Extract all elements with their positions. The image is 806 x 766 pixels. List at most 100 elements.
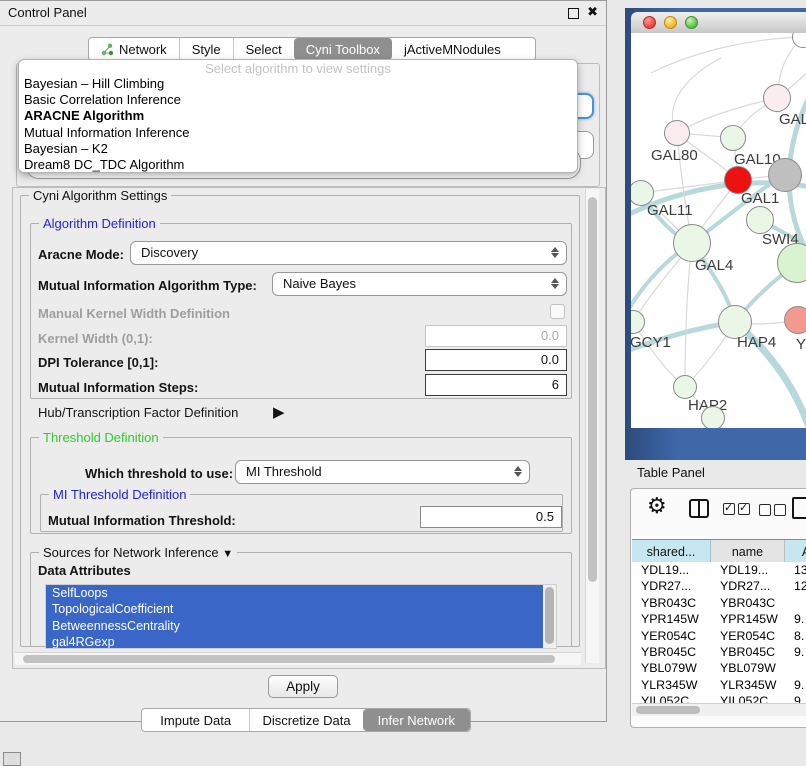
control-panel-titlebar: Control Panel ✖ [0,1,606,26]
table-panel-title: Table Panel [637,465,705,480]
network-node-swi4[interactable] [746,206,774,234]
float-window-icon[interactable] [568,8,579,19]
table-cell: YDR27... [632,578,711,594]
tab-label: Cyni Toolbox [306,42,380,57]
column-header-2[interactable]: name [711,540,785,563]
attribute-list-item[interactable]: BetweennessCentrality [46,618,549,634]
table-cell: 8. [785,628,806,644]
aracne-mode-combo[interactable]: Discovery [130,241,567,265]
table-row[interactable]: YBL079WYBL079W [632,660,806,676]
manual-kernel-checkbox[interactable] [550,304,565,319]
which-threshold-combo[interactable]: MI Threshold [235,460,530,484]
close-traffic-light-icon[interactable] [643,16,656,29]
table-cell: YDL19... [711,562,785,578]
dropdown-item[interactable]: Bayesian – K2 [19,141,577,157]
gear-icon[interactable]: ⚙ [647,493,667,519]
tab-label: Network [119,42,167,57]
tab-infer-network[interactable]: Infer Network [363,709,470,731]
dropdown-item[interactable]: Bayesian – Hill Climbing [19,76,577,92]
dropdown-item[interactable]: ARACNE Algorithm [19,108,577,124]
tab-discretize-data[interactable]: Discretize Data [249,709,362,731]
tab-select[interactable]: Select [233,38,294,60]
control-panel-tabbar: Network Style Select Cyni Toolbox jActiveMNo… [88,37,536,61]
table-row[interactable]: YBR045CYBR045C9. [632,644,806,660]
table-cell: YBR043C [711,595,785,611]
table-row[interactable]: YDR27...YDR27...12 [632,578,806,594]
threshold-definition-title: Threshold Definition [39,430,163,445]
table-horizontal-scrollbar[interactable] [632,703,806,716]
export-table-icon[interactable] [792,497,806,519]
hub-expand-arrow-icon[interactable]: ▶ [273,403,285,421]
dropdown-placeholder: Select algorithm to view settings [19,61,577,76]
mi-steps-label: Mutual Information Steps: [38,380,198,395]
close-icon[interactable]: ✖ [587,4,598,20]
table-row[interactable]: YPR145WYPR145W9. [632,611,806,627]
zoom-traffic-light-icon[interactable] [685,16,698,29]
dropdown-items: Bayesian – Hill ClimbingBasic Correlatio… [19,76,577,173]
control-panel-window: Control Panel ✖ Network Style Select Cyni T… [0,0,607,722]
corner-widget-icon[interactable] [3,752,21,766]
columns-icon[interactable] [689,499,709,518]
attribute-list-item[interactable]: TopologicalCoefficient [46,601,549,617]
attribute-list-item[interactable]: SelfLoops [46,585,549,601]
tab-network[interactable]: Network [89,38,179,60]
column-header-1[interactable]: shared... [632,540,711,563]
table-cell: YLR345W [632,677,711,693]
dropdown-item[interactable]: Dream8 DC_TDC Algorithm [19,157,577,173]
kernel-width-field[interactable]: 0.0 [425,325,567,347]
attribute-list-item[interactable]: gal4RGexp [46,634,549,649]
network-node[interactable] [768,158,802,192]
node-label: GAL4 [695,257,733,274]
tab-jactivemnodules[interactable]: jActiveMNodules [392,38,513,60]
attributes-scrollbar[interactable] [543,585,556,648]
aracne-mode-label: Aracne Mode: [38,247,124,262]
mi-type-combo[interactable]: Naive Bayes [272,272,567,296]
mi-steps-field[interactable]: 6 [425,374,567,396]
hub-definition-label[interactable]: Hub/Transcription Factor Definition [38,405,238,420]
network-node-gal[interactable] [763,84,791,112]
select-all-checks-icon[interactable] [723,502,753,520]
table-row[interactable]: YER054CYER054C8. [632,628,806,644]
table-row[interactable]: YLR345WYLR345W9. [632,677,806,693]
tab-cyni-toolbox[interactable]: Cyni Toolbox [294,38,392,60]
node-label: GAL11 [647,202,693,219]
dropdown-item[interactable]: Basic Correlation Inference [19,92,577,108]
sources-title: Sources for Network Inference ▼ [39,545,237,560]
tab-label: Style [192,42,221,57]
apply-button[interactable]: Apply [268,675,338,698]
column-header-3[interactable]: A [785,540,806,563]
table-cell [785,660,806,676]
network-icon [101,43,114,56]
settings-horizontal-scrollbar[interactable] [15,652,581,665]
network-node-hap2[interactable] [673,375,697,399]
minimize-traffic-light-icon[interactable] [664,16,677,29]
collapse-arrow-icon[interactable]: ▼ [222,548,233,560]
table-cell: 13 [785,562,806,578]
tab-impute-data[interactable]: Impute Data [142,709,249,731]
aracne-mode-value: Discovery [141,245,198,260]
spinner-arrows-icon [514,465,522,478]
dpi-tolerance-field[interactable]: 0.0 [425,349,567,371]
network-canvas[interactable]: GALGAL80GAL10GAL1GAL11SWI4GAL4GCY1HAP4YH… [631,33,806,428]
mi-threshold-field[interactable]: 0.5 [420,506,562,528]
table-row[interactable]: YBR043CYBR043C [632,595,806,611]
table-header: shared...nameA [632,539,806,564]
network-view-window: GALGAL80GAL10GAL1GAL11SWI4GAL4GCY1HAP4YH… [631,12,806,428]
table-row[interactable]: YDL19...YDL19...13 [632,562,806,578]
deselect-all-checks-icon[interactable] [759,503,789,521]
which-threshold-value: MI Threshold [246,464,322,479]
network-node[interactable] [701,406,725,428]
table-body: YDL19...YDL19...13YDR27...YDR27...12YBR0… [632,562,806,710]
settings-vertical-scrollbar[interactable] [585,189,599,663]
table-cell: YBR045C [632,644,711,660]
mi-type-label: Mutual Information Algorithm Type: [38,278,257,293]
table-cell: 9. [785,611,806,627]
network-node-y[interactable] [784,306,806,334]
tab-style[interactable]: Style [179,38,233,60]
data-attributes-list[interactable]: SelfLoopsTopologicalCoefficientBetweenne… [45,584,557,649]
dropdown-item[interactable]: Mutual Information Inference [19,125,577,141]
network-node-gal10[interactable] [720,125,746,151]
network-desktop-area: GALGAL80GAL10GAL1GAL11SWI4GAL4GCY1HAP4YH… [625,8,806,460]
network-node-gal80[interactable] [664,120,690,146]
network-window-titlebar[interactable] [631,12,806,34]
